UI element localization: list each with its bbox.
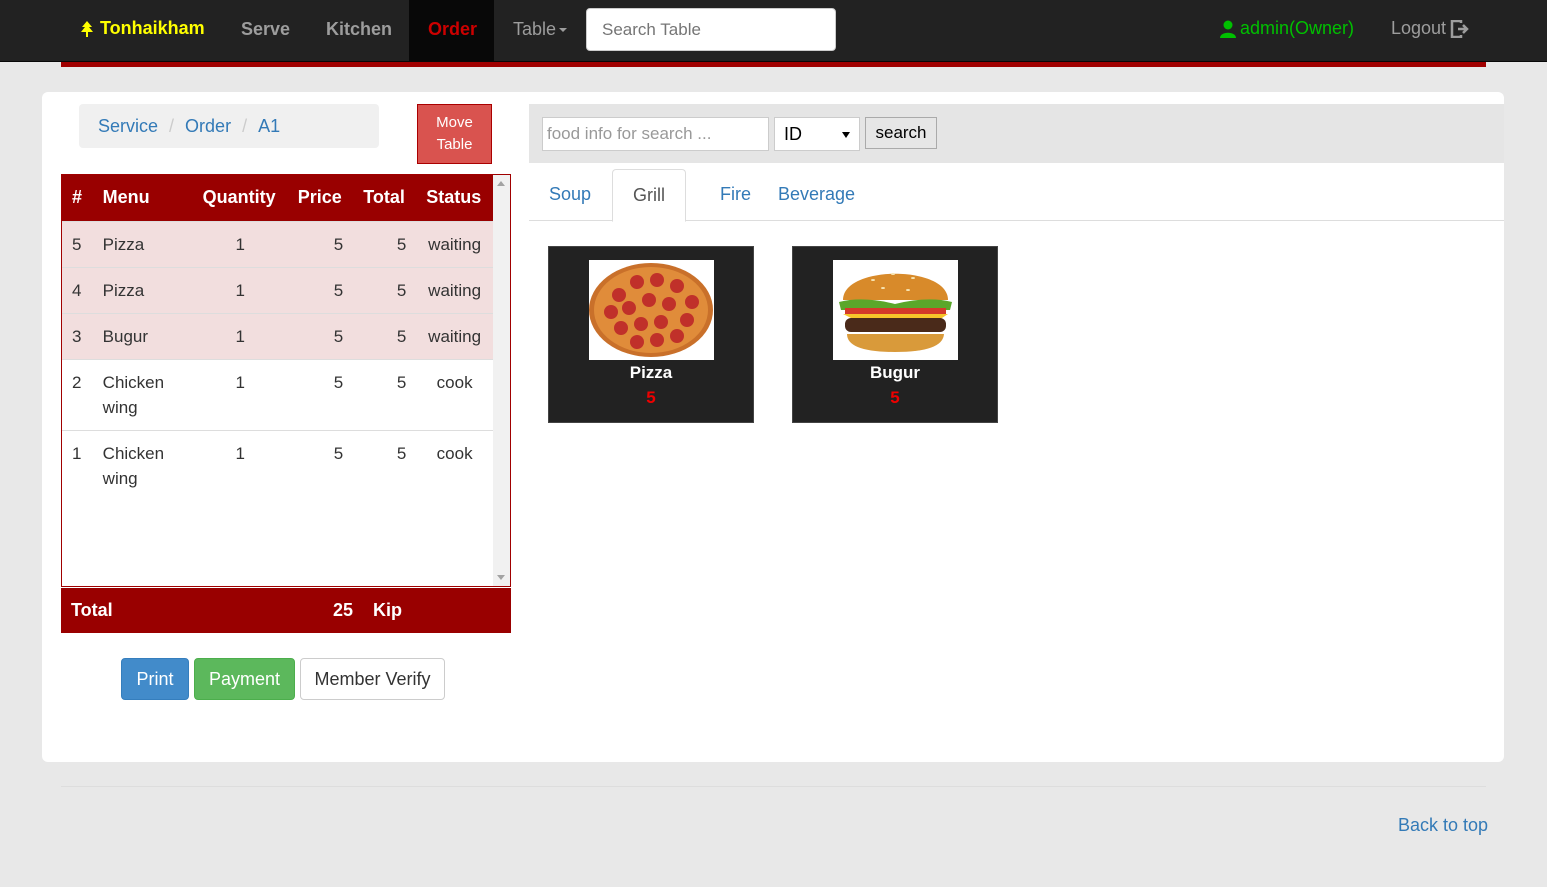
brand[interactable]: Tonhaikham [80,18,205,39]
row-price: 5 [287,312,354,359]
total-amount: 25 [333,600,354,620]
row-price: 5 [287,429,354,501]
table-row[interactable]: 2 Chicken wing 1 5 5 cook [62,358,493,430]
row-status: waiting [416,312,493,359]
row-id: 1 [62,429,93,501]
brand-label: Tonhaikham [100,18,205,38]
member-verify-button[interactable]: Member Verify [300,658,445,700]
search-table-input[interactable] [586,8,836,51]
row-price: 5 [287,266,354,313]
table-row[interactable]: 3 Bugur 1 5 5 waiting [62,312,493,359]
order-table: # Menu Quantity Price Total Status 5 Piz… [62,175,493,501]
caret-down-icon [559,28,568,33]
payment-button[interactable]: Payment [194,658,295,700]
search-field-value: ID [784,124,802,144]
dropdown-arrow-icon [842,132,850,138]
tree-icon [81,20,93,37]
row-status: waiting [416,220,493,267]
total-label: Total [71,600,113,620]
user-menu[interactable]: admin(Owner) [1219,18,1354,39]
table-row[interactable]: 5 Pizza 1 5 5 waiting [62,220,493,267]
row-status: waiting [416,266,493,313]
user-icon [1220,20,1236,38]
back-to-top-link[interactable]: Back to top [1398,815,1488,836]
total-currency: Kip [373,600,402,620]
breadcrumb-separator: / [242,115,248,136]
row-id: 5 [62,220,93,267]
nav-table-dropdown[interactable]: Table [494,0,586,61]
tab-beverage[interactable]: Beverage [758,169,875,221]
table-row[interactable]: 1 Chicken wing 1 5 5 cook [62,429,493,501]
row-qty: 1 [192,312,288,359]
row-qty: 1 [192,266,288,313]
scroll-down-icon[interactable] [497,575,505,580]
food-name: Pizza [629,363,673,382]
row-menu: Chicken wing [92,429,193,501]
navbar: Tonhaikham Serve Kitchen Order Table adm… [0,0,1547,62]
food-card-bugur[interactable]: Bugur 5 [792,246,998,423]
food-search-bar: food info for search ... ID search [529,104,1504,163]
row-qty: 1 [192,220,288,267]
row-qty: 1 [192,358,288,430]
burger-image [833,260,958,360]
table-row[interactable]: 4 Pizza 1 5 5 waiting [62,266,493,313]
row-menu: Pizza [92,220,193,267]
row-price: 5 [287,358,354,430]
row-total: 5 [353,266,417,313]
row-id: 3 [62,312,93,359]
col-menu: Menu [92,175,193,221]
food-price: 5 [890,388,900,407]
breadcrumb-table[interactable]: A1 [258,116,280,137]
print-button[interactable]: Print [121,658,189,700]
pizza-image [589,260,714,360]
row-total: 5 [353,220,417,267]
nav-table-label: Table [513,19,557,39]
search-field-select[interactable]: ID [774,117,860,151]
row-status: cook [416,358,493,430]
logout-link[interactable]: Logout [1391,18,1470,39]
row-total: 5 [353,358,417,430]
food-search-input[interactable]: food info for search ... [542,117,769,151]
logout-label: Logout [1391,18,1447,38]
row-menu: Chicken wing [92,358,193,430]
food-price: 5 [646,388,656,407]
accent-bar [61,62,1486,67]
tab-soup[interactable]: Soup [529,169,611,221]
order-table-header: # Menu Quantity Price Total Status [62,175,493,221]
food-name: Bugur [869,363,921,382]
food-search-button[interactable]: search [865,117,937,149]
row-price: 5 [287,220,354,267]
row-status: cook [416,429,493,501]
breadcrumb-service[interactable]: Service [98,116,158,137]
move-table-button[interactable]: Move Table [417,104,492,164]
col-price: Price [287,175,354,221]
user-label: admin(Owner) [1240,18,1355,38]
total-bar: Total 25 Kip [61,588,511,633]
row-qty: 1 [192,429,288,501]
tab-grill[interactable]: Grill [612,169,686,222]
logout-icon [1450,19,1469,38]
row-menu: Bugur [92,312,193,359]
breadcrumb-order[interactable]: Order [185,116,231,137]
nav-order[interactable]: Order [409,0,494,61]
row-total: 5 [353,312,417,359]
row-id: 4 [62,266,93,313]
col-quantity: Quantity [192,175,288,221]
row-total: 5 [353,429,417,501]
category-tabs: Soup Grill Fire Beverage [529,169,1504,222]
col-status: Status [416,175,493,221]
footer-divider [61,786,1486,787]
food-card-pizza[interactable]: Pizza 5 [548,246,754,423]
breadcrumb-separator: / [169,115,175,136]
row-id: 2 [62,358,93,430]
nav-serve[interactable]: Serve [222,0,309,61]
col-number: # [62,175,93,221]
order-list: # Menu Quantity Price Total Status 5 Piz… [61,174,511,587]
scroll-up-icon[interactable] [497,181,505,186]
order-scrollbar[interactable] [493,175,510,586]
row-menu: Pizza [92,266,193,313]
col-total: Total [353,175,417,221]
nav-kitchen[interactable]: Kitchen [307,0,411,61]
breadcrumb: Service / Order / A1 [79,104,379,148]
